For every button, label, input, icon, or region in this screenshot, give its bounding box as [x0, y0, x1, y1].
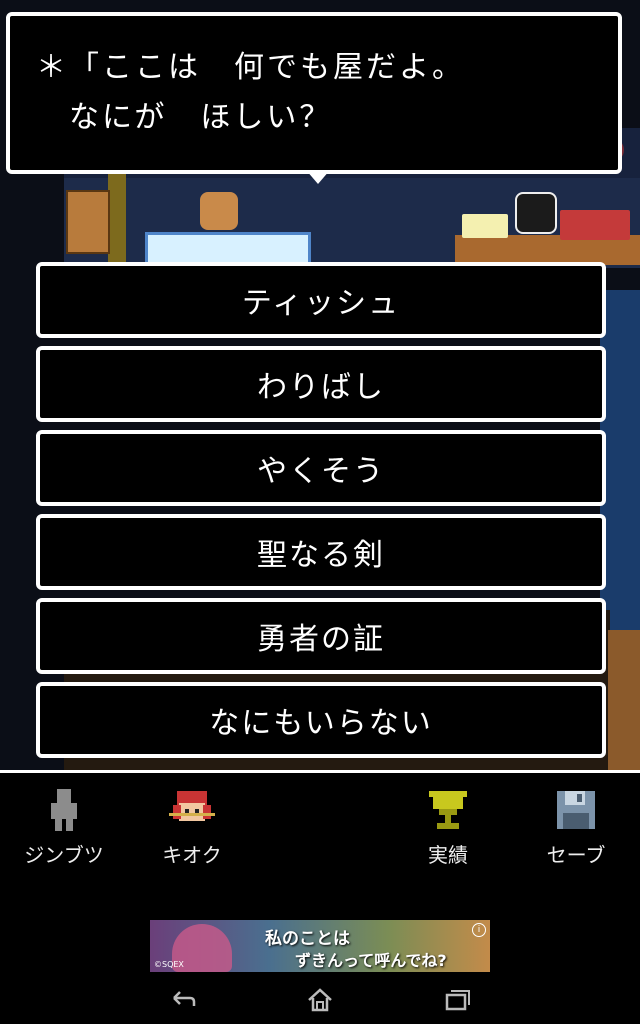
home-icon[interactable] — [305, 986, 335, 1014]
option-chopsticks-button[interactable]: わりばし — [36, 346, 606, 422]
option-holy-sword-button[interactable]: 聖なる剣 — [36, 514, 606, 590]
system-nav-bar — [0, 976, 640, 1024]
nav-label: セーブ — [546, 843, 606, 867]
ad-banner[interactable]: 私のことは ずきんって呼んでね? ©SQEX i — [150, 920, 490, 972]
potion-bottles — [560, 210, 630, 240]
shopkeeper-sprite — [200, 192, 238, 230]
ad-headline: 私のことは — [265, 929, 350, 949]
recent-apps-icon[interactable] — [442, 986, 472, 1014]
dialog-line: なにが ほしい？ — [36, 100, 333, 135]
dialog-continue-arrow-icon — [306, 170, 330, 184]
nav-label: キオク — [162, 843, 222, 867]
goods-sprite — [462, 214, 508, 238]
nav-people-button[interactable]: ジンブツ — [14, 787, 114, 868]
nav-label: 実績 — [428, 843, 468, 867]
option-hero-proof-button[interactable]: 勇者の証 — [36, 598, 606, 674]
bottom-nav: ジンブツ キオク 実績 セーブ — [0, 773, 640, 893]
nav-achievements-button[interactable]: 実績 — [398, 787, 498, 868]
option-nothing-button[interactable]: なにもいらない — [36, 682, 606, 758]
memory-girl-icon — [169, 787, 215, 833]
rock-wall — [608, 630, 640, 770]
option-tissue-button[interactable]: ティッシュ — [36, 262, 606, 338]
ad-info-icon[interactable]: i — [472, 923, 486, 937]
ad-copyright: ©SQEX — [154, 960, 184, 969]
shopkeeper-sprite — [515, 192, 557, 234]
person-icon — [41, 787, 87, 833]
dialog-box[interactable]: ＊「ここは 何でも屋だよ。 なにが ほしい？ — [6, 12, 622, 174]
nav-memory-button[interactable]: キオク — [142, 787, 242, 868]
shop-wall — [600, 290, 640, 630]
crate — [66, 190, 110, 254]
nav-save-button[interactable]: セーブ — [526, 787, 626, 868]
trophy-icon — [425, 787, 471, 833]
nav-label: ジンブツ — [24, 843, 104, 867]
save-disk-icon — [553, 787, 599, 833]
option-herb-button[interactable]: やくそう — [36, 430, 606, 506]
back-icon[interactable] — [168, 986, 198, 1014]
ad-subline: ずきんって呼んでね? — [295, 951, 447, 970]
dialog-line: ＊「ここは 何でも屋だよ。 — [36, 50, 465, 85]
